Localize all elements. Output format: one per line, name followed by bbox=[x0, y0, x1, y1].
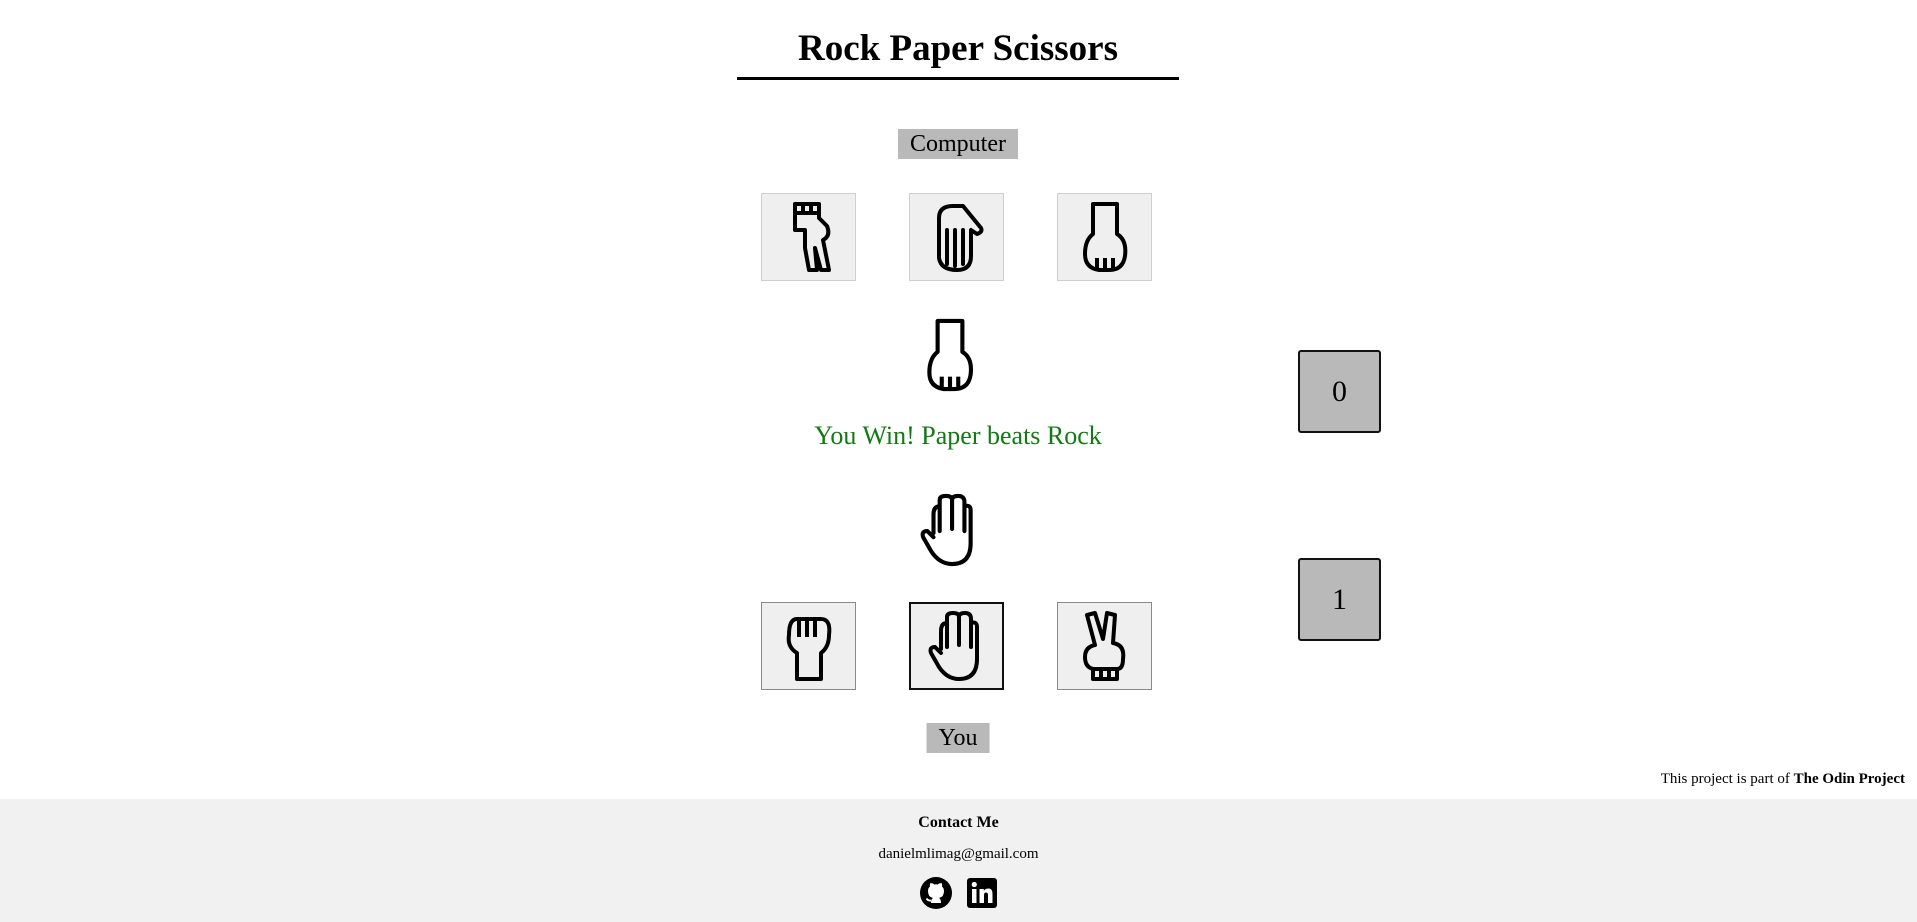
paper-hand-icon bbox=[920, 493, 973, 567]
computer-paper-button bbox=[909, 193, 1004, 281]
player-score: 1 bbox=[1298, 558, 1381, 641]
computer-choice bbox=[910, 315, 990, 395]
rock-hand-icon bbox=[1082, 202, 1127, 272]
fist-icon bbox=[786, 617, 831, 681]
paper-button[interactable] bbox=[909, 602, 1004, 690]
linkedin-icon[interactable] bbox=[966, 877, 998, 909]
result-message: You Win! Paper beats Rock bbox=[814, 421, 1102, 450]
contact-email[interactable]: danielmlimag@gmail.com bbox=[0, 846, 1917, 863]
project-credit: This project is part of The Odin Project bbox=[1661, 768, 1905, 790]
rock-hand-icon bbox=[927, 318, 974, 392]
odin-project-link[interactable]: The Odin Project bbox=[1794, 771, 1905, 787]
social-links bbox=[0, 877, 1917, 909]
computer-score: 0 bbox=[1298, 350, 1381, 433]
computer-rock-button bbox=[1057, 193, 1152, 281]
credit-prefix: This project is part of bbox=[1660, 771, 1794, 787]
player-choice bbox=[910, 490, 990, 570]
paper-hand-icon bbox=[936, 204, 983, 272]
scissors-hand-icon bbox=[792, 202, 831, 272]
github-icon[interactable] bbox=[919, 877, 952, 909]
footer: Contact Me danielmlimag@gmail.com bbox=[0, 799, 1917, 922]
victory-hand-icon bbox=[1082, 611, 1125, 681]
scissors-button[interactable] bbox=[1057, 602, 1152, 690]
paper-hand-icon bbox=[928, 611, 979, 681]
computer-scissors-button bbox=[761, 193, 856, 281]
player-label: You bbox=[926, 723, 990, 753]
computer-label: Computer bbox=[898, 129, 1018, 159]
rock-button[interactable] bbox=[761, 602, 856, 690]
contact-title: Contact Me bbox=[918, 814, 999, 831]
page-title: Rock Paper Scissors bbox=[737, 24, 1179, 80]
